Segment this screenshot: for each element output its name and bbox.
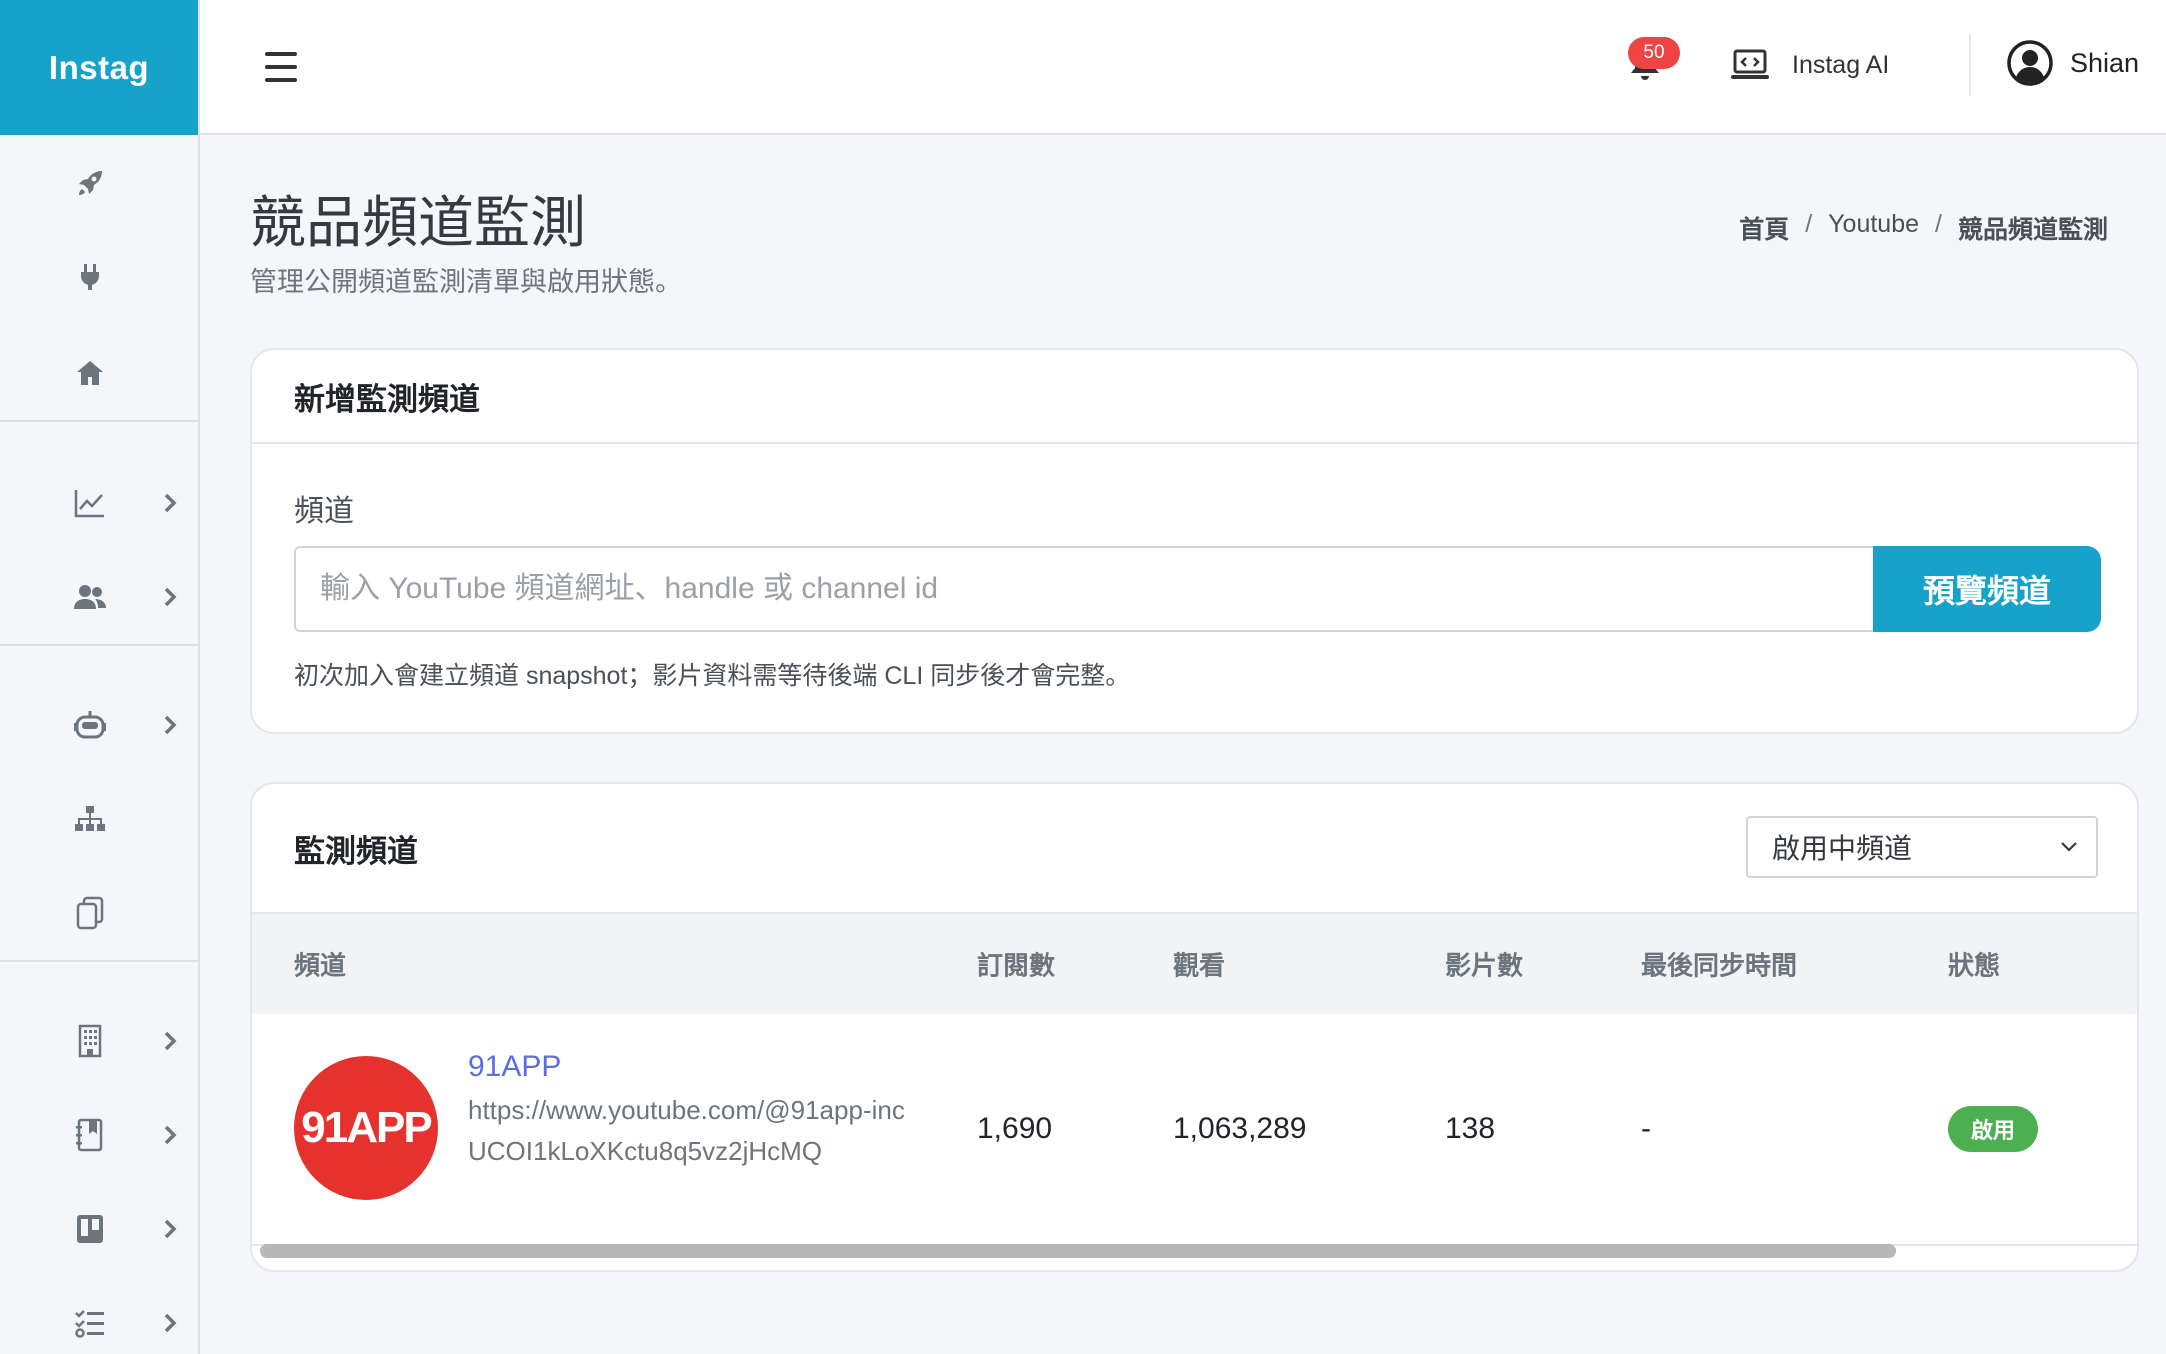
- column-header-channel[interactable]: 頻道: [294, 946, 346, 983]
- channel-input[interactable]: [294, 546, 1873, 632]
- brand-logo[interactable]: Instag: [0, 0, 198, 135]
- sidebar-item-company[interactable]: [0, 996, 198, 1086]
- sidebar-item-board[interactable]: [0, 1184, 198, 1274]
- channel-help-text: 初次加入會建立頻道 snapshot；影片資料需等待後端 CLI 同步後才會完整…: [294, 662, 1131, 690]
- board-icon: [70, 1209, 110, 1249]
- chevron-right-icon: [158, 713, 182, 737]
- horizontal-scrollbar[interactable]: [260, 1244, 1896, 1258]
- breadcrumb-separator: /: [1935, 210, 1942, 238]
- breadcrumb-current: 競品頻道監測: [1957, 216, 2108, 244]
- chevron-right-icon: [158, 1029, 182, 1053]
- sidebar-divider: [0, 644, 200, 646]
- instag-ai-link[interactable]: Instag AI: [1730, 45, 1889, 85]
- sidebar-item-library[interactable]: [0, 1090, 198, 1180]
- sidebar-item-members[interactable]: [0, 552, 198, 642]
- sidebar-item-home[interactable]: [0, 328, 198, 418]
- laptop-code-icon: [1731, 49, 1769, 79]
- add-channel-card-title: 新增監測頻道: [252, 350, 2137, 444]
- subscribers-cell: 1,690: [977, 1112, 1053, 1145]
- column-header-views[interactable]: 觀看: [1173, 946, 1225, 983]
- channel-field-label: 頻道: [294, 495, 354, 528]
- copy-icon: [70, 893, 110, 933]
- column-header-last-sync[interactable]: 最後同步時間: [1641, 946, 1797, 983]
- breadcrumb-youtube-link[interactable]: Youtube: [1828, 210, 1919, 246]
- page-title: 競品頻道監測: [250, 191, 586, 254]
- chart-line-icon: [70, 483, 110, 523]
- sidebar-divider: [0, 420, 200, 422]
- robot-icon: [70, 705, 110, 745]
- chevron-right-icon: [158, 585, 182, 609]
- column-header-videos[interactable]: 影片數: [1445, 946, 1523, 983]
- column-header-subscribers[interactable]: 訂閱數: [977, 946, 1055, 983]
- channel-details: https://www.youtube.com/@91app-inc UCOI1…: [468, 1090, 928, 1172]
- sidebar-item-integrations[interactable]: [0, 232, 198, 322]
- user-menu[interactable]: Shian: [2006, 38, 2139, 88]
- sidebar-divider: [0, 960, 200, 962]
- add-channel-card: 新增監測頻道 頻道 預覽頻道 初次加入會建立頻道 snapshot；影片資料需等…: [250, 348, 2139, 734]
- navbar-divider: [1969, 34, 1971, 96]
- last-sync-cell: -: [1641, 1112, 1651, 1145]
- chevron-right-icon: [158, 1123, 182, 1147]
- top-navbar: 50 Instag AI Shian: [200, 0, 2166, 135]
- hamburger-icon-line: [265, 65, 297, 69]
- channel-status-filter-select[interactable]: 啟用中頻道: [1746, 816, 2098, 878]
- channel-id: UCOI1kLoXKctu8q5vz2jHcMQ: [468, 1136, 823, 1166]
- notification-count-badge: 50: [1628, 37, 1680, 69]
- channel-avatar: 91APP: [294, 1056, 438, 1200]
- chevron-right-icon: [158, 1217, 182, 1241]
- table-header: 頻道 訂閱數 觀看 影片數 最後同步時間 狀態: [252, 914, 2137, 1014]
- page-subtitle: 管理公開頻道監測清單與啟用狀態。: [250, 267, 682, 297]
- monitored-channels-card: 監測頻道 啟用中頻道 頻道 訂閱數 觀看 影片數 最後同步時間 狀態 91APP…: [250, 782, 2139, 1272]
- sidebar-item-analytics[interactable]: [0, 458, 198, 548]
- sidebar-item-documents[interactable]: [0, 868, 198, 958]
- breadcrumb-home-link[interactable]: 首頁: [1739, 210, 1789, 246]
- preview-channel-button[interactable]: 預覽頻道: [1873, 546, 2101, 632]
- user-name: Shian: [2070, 47, 2140, 78]
- menu-toggle-button[interactable]: [265, 52, 297, 82]
- checklist-icon: [70, 1303, 110, 1343]
- chevron-right-icon: [158, 1311, 182, 1335]
- table-row: 91APP 91APP https://www.youtube.com/@91a…: [252, 1014, 2137, 1246]
- chevron-right-icon: [158, 491, 182, 515]
- chevron-down-icon: [2061, 842, 2077, 852]
- hamburger-icon-line: [265, 78, 297, 82]
- monitored-channels-title: 監測頻道: [294, 833, 418, 869]
- videos-cell: 138: [1445, 1112, 1496, 1145]
- breadcrumb: 首頁 / Youtube / 競品頻道監測: [1739, 210, 2108, 246]
- building-icon: [70, 1021, 110, 1061]
- hamburger-icon: [265, 52, 297, 56]
- channel-url: https://www.youtube.com/@91app-inc: [468, 1095, 905, 1125]
- views-cell: 1,063,289: [1173, 1112, 1307, 1145]
- home-icon: [70, 353, 110, 393]
- channel-name-link[interactable]: 91APP: [468, 1050, 561, 1084]
- sidebar: Instag: [0, 0, 200, 1354]
- channel-input-group: 預覽頻道: [294, 546, 2101, 632]
- sidebar-item-ai-bot[interactable]: [0, 680, 198, 770]
- user-avatar-icon: [2007, 40, 2053, 86]
- sidebar-item-tasks[interactable]: [0, 1278, 198, 1354]
- status-badge[interactable]: 啟用: [1948, 1106, 2038, 1152]
- instag-ai-label: Instag AI: [1792, 50, 1890, 79]
- column-header-status[interactable]: 狀態: [1948, 946, 2000, 983]
- sitemap-icon: [70, 799, 110, 839]
- sidebar-item-structure[interactable]: [0, 774, 198, 864]
- users-icon: [70, 577, 110, 617]
- rocket-icon: [70, 163, 110, 203]
- filter-selected-value: 啟用中頻道: [1772, 833, 1913, 864]
- breadcrumb-separator: /: [1805, 210, 1813, 238]
- plug-icon: [70, 257, 110, 297]
- sidebar-item-launch[interactable]: [0, 138, 198, 228]
- book-icon: [70, 1115, 110, 1155]
